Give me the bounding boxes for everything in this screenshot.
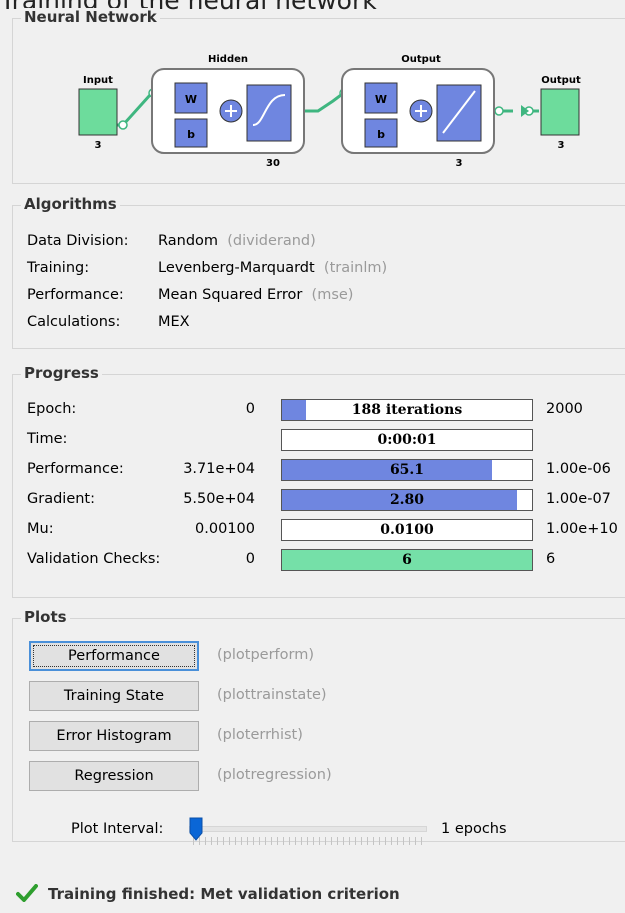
- plot-interval-ticks: [193, 837, 425, 845]
- progress-current-value: 0.0100: [380, 522, 434, 538]
- algorithm-key: Calculations:: [27, 314, 121, 330]
- algorithm-value: Mean Squared Error (mse): [158, 287, 354, 303]
- progress-current-value: 188 iterations: [351, 402, 463, 418]
- progress-target-value: 6: [546, 551, 556, 567]
- progress-bar: 6: [281, 549, 533, 571]
- progress-start-value: 0: [245, 401, 255, 417]
- algorithm-key: Performance:: [27, 287, 124, 303]
- progress-row-label: Validation Checks:: [27, 551, 161, 567]
- progress-row-label: Epoch:: [27, 401, 77, 417]
- hidden-weight-label: W: [185, 93, 197, 106]
- plot-interval-value: 1 epochs: [441, 821, 507, 837]
- status-message: Training finished: Met validation criter…: [16, 884, 400, 903]
- progress-row-label: Mu:: [27, 521, 54, 537]
- status-text: Training finished: Met validation criter…: [48, 885, 400, 903]
- progress-row-label: Performance:: [27, 461, 124, 477]
- progress-bar: 2.80: [281, 489, 533, 511]
- algorithm-key: Training:: [27, 260, 90, 276]
- output-bias-label: b: [377, 128, 385, 141]
- progress-start-value: 0: [245, 551, 255, 567]
- progress-current-value: 2.80: [389, 492, 425, 508]
- plot-function-label: (plottrainstate): [217, 687, 327, 703]
- algorithm-value: MEX: [158, 314, 190, 330]
- plot-function-label: (plotperform): [217, 647, 314, 663]
- progress-start-value: 3.71e+04: [183, 461, 255, 477]
- progress-bar: 65.1: [281, 459, 533, 481]
- progress-row-label: Time:: [27, 431, 68, 447]
- progress-label: Progress: [21, 364, 102, 382]
- input-title: Input: [83, 75, 113, 86]
- progress-current-value: 0:00:01: [377, 432, 437, 448]
- input-node: [78, 88, 118, 136]
- plot-interval-track[interactable]: [189, 826, 427, 832]
- hidden-bias-label: b: [187, 128, 195, 141]
- input-size: 3: [95, 140, 102, 151]
- plots-label: Plots: [21, 608, 70, 626]
- output-node: [540, 88, 580, 136]
- progress-start-value: 5.50e+04: [183, 491, 255, 507]
- neural-network-panel: Neural Network Input 3 Hidden W b 30 Out…: [12, 8, 625, 184]
- output-layer-title: Output: [401, 54, 441, 65]
- plot-interval-slider-thumb[interactable]: [189, 817, 203, 841]
- progress-target-value: 1.00e-06: [546, 461, 611, 477]
- regression-plot-button[interactable]: Regression: [29, 761, 199, 791]
- progress-target-value: 1.00e+10: [546, 521, 618, 537]
- progress-bar: 0:00:01: [281, 429, 533, 451]
- progress-current-value: 65.1: [389, 462, 425, 478]
- performance-plot-button[interactable]: Performance: [29, 641, 199, 671]
- progress-bar: 188 iterations: [281, 399, 533, 421]
- output-title: Output: [541, 75, 581, 86]
- algorithm-value: Random (dividerand): [158, 233, 316, 249]
- progress-row-label: Gradient:: [27, 491, 95, 507]
- output-size: 3: [558, 140, 565, 151]
- algorithms-panel: Algorithms Data Division: Random (divide…: [12, 195, 625, 349]
- plot-function-label: (ploterrhist): [217, 727, 303, 743]
- hidden-title: Hidden: [208, 54, 248, 65]
- progress-bar: 0.0100: [281, 519, 533, 541]
- training-state-plot-button[interactable]: Training State: [29, 681, 199, 711]
- progress-target-value: 2000: [546, 401, 583, 417]
- plot-function-label: (plotregression): [217, 767, 332, 783]
- progress-current-value: 6: [402, 552, 412, 568]
- progress-start-value: 0.00100: [195, 521, 255, 537]
- algorithms-label: Algorithms: [21, 195, 120, 213]
- hidden-transfer-box: [246, 84, 292, 142]
- algorithm-key: Data Division:: [27, 233, 129, 249]
- hidden-size: 30: [266, 158, 280, 169]
- network-diagram: Input 3 Hidden W b 30 Output W b 3 Outpu…: [78, 54, 581, 169]
- plots-panel: Plots Performance (plotperform) Training…: [12, 608, 625, 845]
- algorithm-value: Levenberg-Marquardt (trainlm): [158, 260, 388, 276]
- plot-interval-label: Plot Interval:: [71, 821, 164, 837]
- error-histogram-plot-button[interactable]: Error Histogram: [29, 721, 199, 751]
- output-layer-size: 3: [456, 158, 463, 169]
- checkmark-icon: [16, 884, 38, 902]
- progress-target-value: 1.00e-07: [546, 491, 611, 507]
- progress-panel: Progress Epoch: 0 188 iterations 2000 Time: 0…: [12, 364, 625, 598]
- output-weight-label: W: [375, 93, 387, 106]
